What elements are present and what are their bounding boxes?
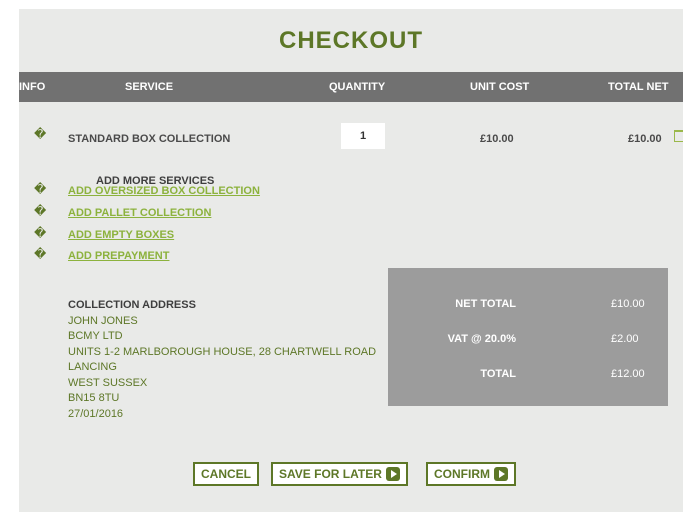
address-line: BCMY LTD [68,330,123,342]
trash-icon[interactable] [674,130,683,142]
checkout-panel: CHECKOUT INFO SERVICE QUANTITY UNIT COST… [19,9,683,512]
net-total-value: £10.00 [611,298,645,310]
unit-cost: £10.00 [480,133,514,145]
arrow-right-icon [494,466,508,481]
total-net: £10.00 [628,133,662,145]
cancel-button[interactable]: CANCEL [193,462,259,486]
collection-date: 27/01/2016 [68,407,124,420]
address-label: COLLECTION ADDRESS [68,299,196,311]
address-line: LANCING [68,361,117,373]
save-for-later-label: SAVE FOR LATER [279,467,382,481]
quantity-input[interactable] [341,123,385,149]
save-for-later-button[interactable]: SAVE FOR LATER [271,462,408,486]
confirm-button[interactable]: CONFIRM [426,462,516,486]
totals-box: NET TOTAL £10.00 VAT @ 20.0% £2.00 TOTAL… [388,268,668,406]
address-line: BN15 8TU [68,392,120,404]
header-quantity: QUANTITY [329,81,386,93]
address-line: UNITS 1-2 MARLBOROUGH HOUSE, 28 CHARTWEL… [68,345,377,358]
add-oversized-box-link[interactable]: ADD OVERSIZED BOX COLLECTION [68,185,260,197]
confirm-label: CONFIRM [434,467,490,481]
add-info-icon[interactable]: � [34,182,46,196]
total-label: TOTAL [480,368,516,380]
page-title: CHECKOUT [279,27,423,54]
add-pallet-link[interactable]: ADD PALLET COLLECTION [68,207,211,219]
service-name: STANDARD BOX COLLECTION [68,133,231,145]
vat-label: VAT @ 20.0% [447,333,516,345]
table-header: INFO SERVICE QUANTITY UNIT COST TOTAL NE… [19,72,683,102]
arrow-right-icon [385,466,400,481]
add-empty-boxes-link[interactable]: ADD EMPTY BOXES [68,229,174,241]
collection-address: COLLECTION ADDRESS JOHN JONES BCMY LTD U… [68,298,376,422]
vat-value: £2.00 [611,333,639,345]
add-info-icon[interactable]: � [34,226,46,240]
info-icon[interactable]: � [34,127,46,141]
header-total-net: TOTAL NET [608,81,669,93]
add-info-icon[interactable]: � [34,204,46,218]
address-line: WEST SUSSEX [68,376,148,389]
address-line: JOHN JONES [68,314,138,327]
total-value: £12.00 [611,368,645,380]
cancel-label: CANCEL [201,467,251,481]
net-total-label: NET TOTAL [455,298,516,310]
header-service: SERVICE [125,81,174,93]
header-info: INFO [19,81,46,93]
header-unit-cost: UNIT COST [470,81,530,93]
add-info-icon[interactable]: � [34,247,46,261]
add-prepayment-link[interactable]: ADD PREPAYMENT [68,250,169,262]
